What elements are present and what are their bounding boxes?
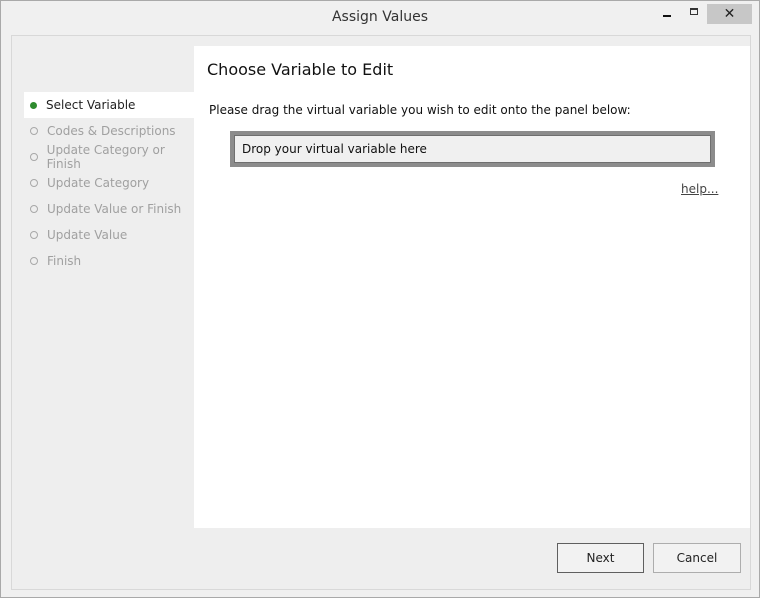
step-label: Update Value [47, 228, 128, 242]
step-label: Select Variable [46, 98, 136, 112]
step-label: Update Category or Finish [46, 143, 165, 171]
pending-step-bullet-icon [30, 257, 38, 265]
step-update-category-or-finish: Update Category or Finish [24, 143, 194, 171]
step-label: Finish [47, 254, 82, 268]
step-select-variable: Select Variable [24, 92, 194, 118]
step-update-value-or-finish: Update Value or Finish [24, 196, 194, 222]
page-title: Choose Variable to Edit [207, 60, 394, 79]
pending-step-bullet-icon [30, 127, 38, 135]
pending-step-bullet-icon [30, 231, 38, 239]
assign-values-dialog: Assign Values ✕ Select Variable Codes & … [0, 0, 760, 598]
minimize-icon [663, 15, 671, 17]
dialog-body: Select Variable Codes & Descriptions Upd… [11, 35, 751, 590]
pending-step-bullet-icon [30, 205, 38, 213]
main-panel: Choose Variable to Edit Please drag the … [194, 46, 750, 528]
next-button[interactable]: Next [557, 543, 644, 573]
minimize-button[interactable] [653, 4, 681, 24]
drop-zone-label: Drop your virtual variable here [234, 135, 711, 163]
step-label: Update Value or Finish [47, 202, 182, 216]
close-icon: ✕ [723, 6, 736, 22]
step-update-category: Update Category [24, 170, 194, 196]
help-link[interactable]: help... [681, 182, 718, 196]
variable-drop-zone[interactable]: Drop your virtual variable here [230, 131, 715, 167]
step-label: Update Category [47, 176, 150, 190]
close-button[interactable]: ✕ [707, 4, 752, 24]
current-step-bullet-icon [30, 101, 37, 109]
cancel-button[interactable]: Cancel [653, 543, 741, 573]
window-title: Assign Values [331, 9, 428, 25]
instructions-text: Please drag the virtual variable you wis… [209, 103, 631, 117]
step-label: Codes & Descriptions [47, 124, 176, 138]
step-update-value: Update Value [24, 222, 194, 248]
maximize-icon [690, 7, 698, 15]
step-finish: Finish [24, 248, 194, 274]
pending-step-bullet-icon [30, 153, 38, 161]
pending-step-bullet-icon [30, 179, 38, 187]
title-bar[interactable]: Assign Values ✕ [1, 1, 759, 35]
maximize-button[interactable] [680, 4, 708, 24]
wizard-steps: Select Variable Codes & Descriptions Upd… [24, 92, 194, 274]
step-codes-descriptions: Codes & Descriptions [24, 118, 194, 144]
